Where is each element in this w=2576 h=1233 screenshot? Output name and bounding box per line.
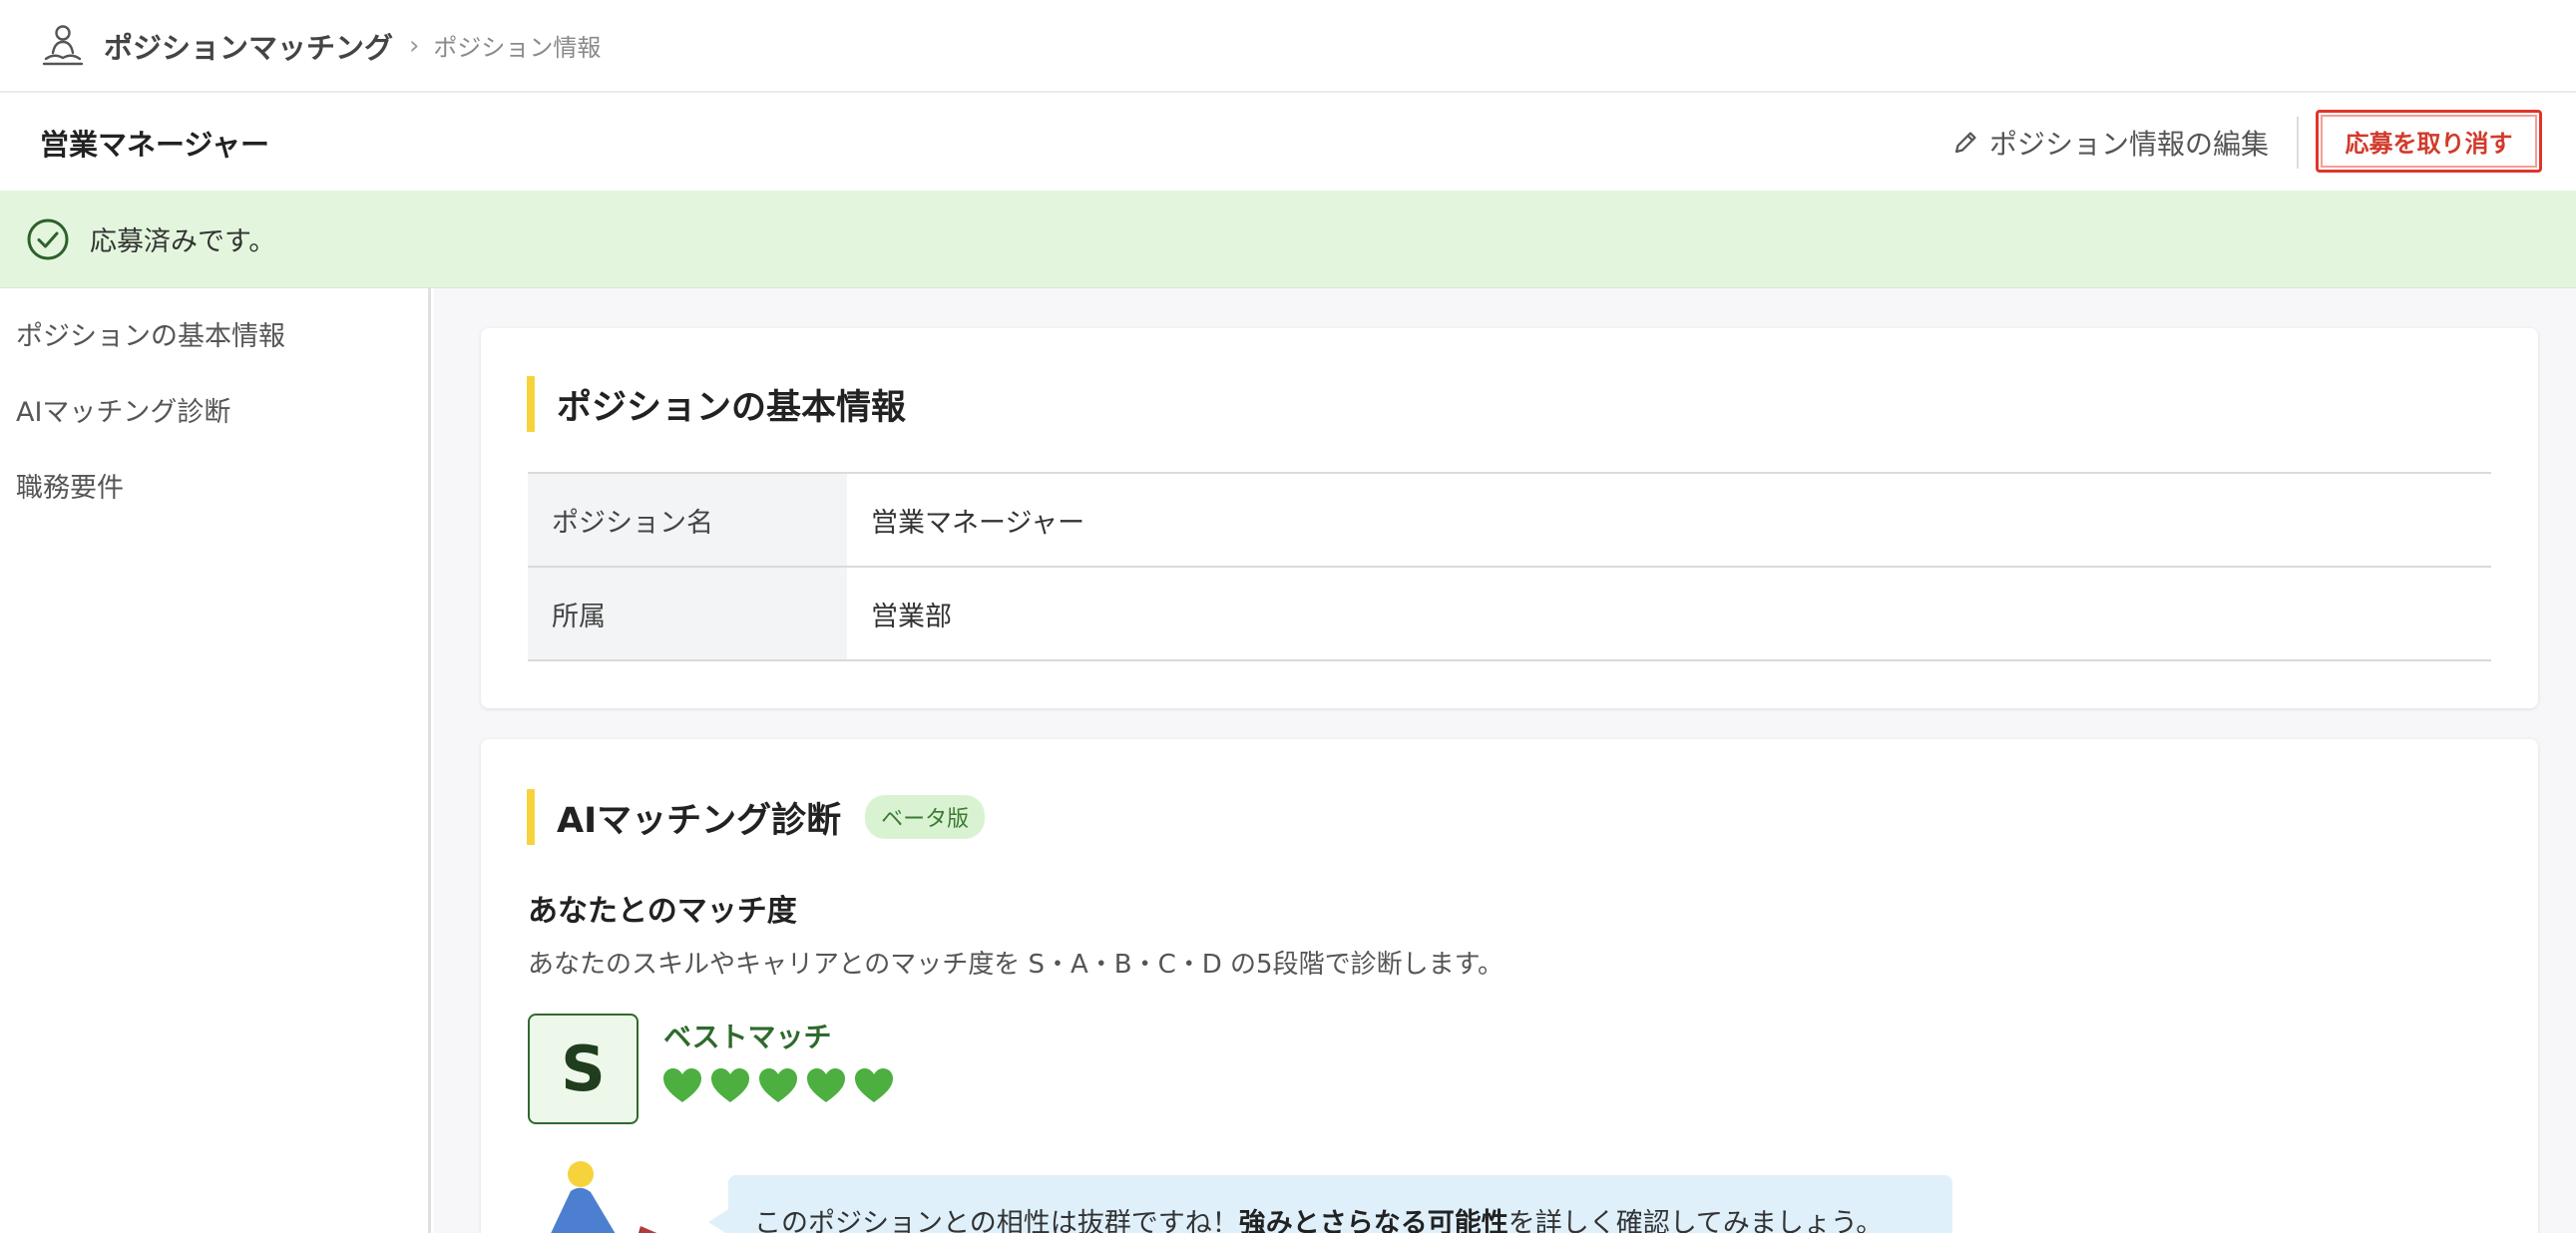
pencil-icon xyxy=(1954,132,1976,154)
beta-badge: ベータ版 xyxy=(865,795,986,839)
speech-bubble-tail xyxy=(708,1208,730,1233)
check-circle-icon xyxy=(27,218,69,259)
basic-info-table: ポジション名 営業マネージャー 所属 営業部 xyxy=(528,472,2491,661)
top-bar: ポジションマッチング › ポジション情報 xyxy=(0,0,2576,93)
match-title: あなたとのマッチ度 xyxy=(528,894,797,929)
basic-info-heading: ポジションの基本情報 xyxy=(527,376,906,432)
chevron-right-icon: › xyxy=(409,30,420,61)
row-value: 営業部 xyxy=(847,566,2491,661)
banner-text: 応募済みです。 xyxy=(90,226,276,257)
sidebar-item-job-requirements[interactable]: 職務要件 xyxy=(16,466,124,505)
edit-position-link[interactable]: ポジション情報の編集 xyxy=(1951,119,2269,167)
row-label: 所属 xyxy=(528,566,847,661)
heart-icon xyxy=(711,1068,749,1102)
ai-matching-title: AIマッチング診断 xyxy=(557,800,842,841)
bubble-bold-text: 強みとさらなる可能性 xyxy=(1238,1208,1508,1233)
row-label: ポジション名 xyxy=(528,472,847,568)
heart-icon xyxy=(807,1068,845,1102)
main-content: ポジションの基本情報 ポジション名 営業マネージャー 所属 営業部 AIマッチン… xyxy=(434,288,2576,1233)
row-value: 営業マネージャー xyxy=(847,472,2491,568)
edit-position-label: ポジション情報の編集 xyxy=(1989,128,2270,161)
ai-comment-bubble: このポジションとの相性は抜群ですね！強みとさらなる可能性を詳しく確認してみましょ… xyxy=(728,1175,1952,1233)
match-description: あなたのスキルやキャリアとのマッチ度を S・A・B・C・D の5段階で診断します… xyxy=(528,950,1503,980)
header-divider xyxy=(2297,117,2299,169)
heart-icon xyxy=(759,1068,797,1102)
table-row: ポジション名 営業マネージャー xyxy=(528,472,2491,568)
basic-info-card: ポジションの基本情報 ポジション名 営業マネージャー 所属 営業部 xyxy=(481,328,2538,708)
cancel-application-button[interactable]: 応募を取り消す xyxy=(2316,110,2542,173)
bubble-text: このポジションとの相性は抜群ですね！ xyxy=(754,1208,1239,1233)
success-banner: 応募済みです。 xyxy=(0,191,2576,288)
match-grade: S xyxy=(528,1014,639,1124)
mountain-illustration xyxy=(551,1161,657,1233)
match-hearts xyxy=(661,1066,901,1104)
sidebar: ポジションの基本情報 AIマッチング診断 職務要件 xyxy=(0,288,431,1233)
person-meditation-icon xyxy=(42,24,84,65)
app-title[interactable]: ポジションマッチング xyxy=(104,25,393,67)
ai-matching-heading: AIマッチング診断 ベータ版 xyxy=(527,789,986,845)
section-accent-bar xyxy=(527,376,535,432)
heart-icon xyxy=(663,1068,701,1102)
sidebar-item-ai-matching[interactable]: AIマッチング診断 xyxy=(16,390,230,429)
table-row: 所属 営業部 xyxy=(528,566,2491,661)
page-header: 営業マネージャー ポジション情報の編集 xyxy=(0,95,2576,191)
breadcrumb-current: ポジション情報 xyxy=(433,34,602,62)
section-accent-bar xyxy=(527,789,535,845)
ai-matching-card: AIマッチング診断 ベータ版 あなたとのマッチ度 あなたのスキルやキャリアとのマ… xyxy=(481,739,2538,1233)
basic-info-title: ポジションの基本情報 xyxy=(557,387,907,428)
bubble-text: を詳しく確認してみましょう。 xyxy=(1507,1208,1884,1233)
heart-icon xyxy=(855,1068,893,1102)
page-title: 営業マネージャー xyxy=(40,128,269,162)
sidebar-item-basic-info[interactable]: ポジションの基本情報 xyxy=(16,314,285,353)
match-grade-label: ベストマッチ xyxy=(663,1021,832,1053)
